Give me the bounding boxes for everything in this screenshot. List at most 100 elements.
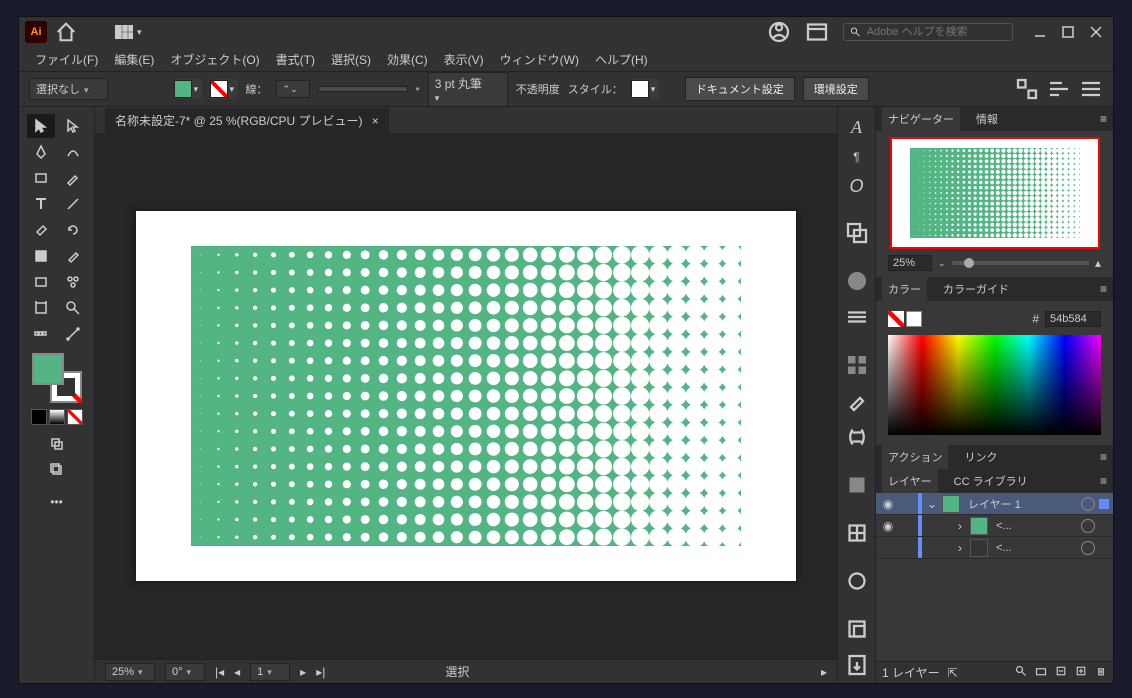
layer-name[interactable]: <... bbox=[992, 520, 1077, 532]
close-button[interactable] bbox=[1089, 25, 1103, 39]
disclosure-icon[interactable]: › bbox=[954, 541, 966, 555]
transform-panel-icon[interactable] bbox=[845, 521, 869, 545]
swatches-panel-icon[interactable] bbox=[845, 353, 869, 377]
navigator-preview[interactable] bbox=[890, 137, 1100, 249]
minimize-button[interactable] bbox=[1033, 25, 1047, 39]
panel-menu-icon[interactable]: ≡ bbox=[1100, 282, 1107, 296]
menu-effect[interactable]: 効果(C) bbox=[381, 49, 434, 70]
rotate-tool[interactable] bbox=[59, 218, 87, 242]
artboard-nav-last-icon[interactable]: ▸| bbox=[316, 665, 325, 679]
layer-row[interactable]: ◉ ⌄ レイヤー 1 bbox=[876, 493, 1113, 515]
menu-help[interactable]: ヘルプ(H) bbox=[589, 49, 654, 70]
align-icon[interactable] bbox=[1047, 77, 1071, 101]
curvature-tool[interactable] bbox=[59, 140, 87, 164]
menu-object[interactable]: オブジェクト(O) bbox=[164, 49, 265, 70]
tab-color[interactable]: カラー bbox=[882, 277, 927, 301]
document-tab[interactable]: 名称未設定-7* @ 25 %(RGB/CPU プレビュー) × bbox=[105, 108, 389, 133]
panel-menu-icon[interactable]: ≡ bbox=[1100, 450, 1107, 464]
edit-toolbar[interactable]: ••• bbox=[43, 490, 71, 514]
menu-view[interactable]: 表示(V) bbox=[438, 49, 490, 70]
stroke-panel-icon[interactable] bbox=[845, 305, 869, 329]
brush-definition[interactable]: 3 pt 丸筆 ▾ bbox=[428, 72, 508, 107]
target-icon[interactable] bbox=[1081, 541, 1095, 555]
target-icon[interactable] bbox=[1081, 497, 1095, 511]
type-tool[interactable] bbox=[27, 192, 55, 216]
help-search[interactable] bbox=[843, 23, 1013, 41]
draw-inside-mode[interactable] bbox=[67, 409, 83, 425]
draw-normal-mode[interactable] bbox=[31, 409, 47, 425]
layer-row[interactable]: ◉ › <... bbox=[876, 515, 1113, 537]
tab-cc-libraries[interactable]: CC ライブラリ bbox=[948, 469, 1034, 493]
appearance-panel-icon[interactable] bbox=[845, 269, 869, 293]
shape-builder-tool[interactable] bbox=[27, 244, 55, 268]
change-screen-mode[interactable] bbox=[43, 458, 71, 482]
document-setup-button[interactable]: ドキュメント設定 bbox=[685, 77, 795, 101]
snap-icon[interactable] bbox=[1015, 77, 1039, 101]
fill-color-control[interactable]: ▾ bbox=[174, 79, 202, 99]
tab-actions[interactable]: アクション bbox=[882, 445, 948, 469]
locate-icon[interactable] bbox=[1015, 665, 1027, 680]
menu-file[interactable]: ファイル(F) bbox=[29, 49, 104, 70]
disclosure-icon[interactable]: › bbox=[954, 519, 966, 533]
zoom-level[interactable]: 25% bbox=[105, 663, 155, 681]
stroke-weight-stepper[interactable]: ⌃⌄ bbox=[276, 80, 310, 98]
artboard-nav-first-icon[interactable]: |◂ bbox=[215, 665, 224, 679]
menu-select[interactable]: 選択(S) bbox=[325, 49, 377, 70]
tab-info[interactable]: 情報 bbox=[970, 107, 1004, 131]
menu-type[interactable]: 書式(T) bbox=[270, 49, 321, 70]
preferences-button[interactable]: 環境設定 bbox=[803, 77, 869, 101]
transparency-panel-icon[interactable] bbox=[845, 569, 869, 593]
help-search-input[interactable] bbox=[867, 26, 1006, 38]
screen-mode-icon[interactable] bbox=[43, 432, 71, 456]
target-icon[interactable] bbox=[1081, 519, 1095, 533]
variable-width-profile[interactable] bbox=[318, 86, 408, 92]
close-tab-icon[interactable]: × bbox=[372, 114, 379, 128]
artboard-number[interactable]: 1 bbox=[250, 663, 290, 681]
layer-name[interactable]: <... bbox=[992, 542, 1077, 554]
export-icon[interactable]: ⇱ bbox=[948, 666, 958, 680]
delete-layer-icon[interactable] bbox=[1095, 665, 1107, 680]
graphic-style-control[interactable]: ▾ bbox=[631, 79, 659, 99]
gradient-tool[interactable] bbox=[27, 270, 55, 294]
line-segment-tool[interactable] bbox=[59, 192, 87, 216]
zoom-out-icon[interactable]: ▴ bbox=[1095, 256, 1101, 270]
selection-indicator[interactable]: 選択なし bbox=[29, 78, 108, 100]
rotate-view[interactable]: 0° bbox=[165, 663, 205, 681]
measure-tool[interactable] bbox=[59, 322, 87, 346]
panel-menu-icon[interactable] bbox=[1079, 77, 1103, 101]
pen-tool[interactable] bbox=[27, 140, 55, 164]
visibility-toggle-icon[interactable]: ◉ bbox=[880, 519, 896, 533]
opacity-label[interactable]: 不透明度 bbox=[516, 81, 560, 97]
artboards-panel-icon[interactable] bbox=[845, 617, 869, 641]
collect-icon[interactable] bbox=[1035, 665, 1047, 680]
home-icon[interactable] bbox=[55, 21, 77, 43]
new-layer-icon[interactable] bbox=[1075, 665, 1087, 680]
glyphs-panel-icon[interactable]: O bbox=[845, 176, 869, 197]
tab-layers[interactable]: レイヤー bbox=[882, 469, 938, 493]
status-nav-icon[interactable]: ▸ bbox=[821, 665, 827, 679]
menu-edit[interactable]: 編集(E) bbox=[108, 49, 160, 70]
stroke-color-control[interactable]: ▾ bbox=[210, 79, 238, 99]
panel-menu-icon[interactable]: ≡ bbox=[1100, 474, 1107, 488]
arrange-docs-icon[interactable] bbox=[805, 20, 829, 44]
new-sublayer-icon[interactable] bbox=[1055, 665, 1067, 680]
artboard-nav-next-icon[interactable]: ▸ bbox=[300, 665, 306, 679]
navigator-zoom-slider[interactable] bbox=[952, 261, 1089, 265]
asset-export-panel-icon[interactable] bbox=[845, 653, 869, 677]
layer-row[interactable]: › <... bbox=[876, 537, 1113, 559]
navigator-zoom-input[interactable] bbox=[888, 255, 932, 271]
cloud-sync-icon[interactable] bbox=[767, 20, 791, 44]
eyedropper-tool[interactable] bbox=[59, 244, 87, 268]
hand-tool[interactable] bbox=[27, 322, 55, 346]
fill-stroke-indicator[interactable] bbox=[32, 353, 82, 403]
mini-fill-stroke[interactable] bbox=[888, 311, 922, 327]
eraser-tool[interactable] bbox=[27, 218, 55, 242]
symbol-sprayer-tool[interactable] bbox=[59, 270, 87, 294]
layer-name[interactable]: レイヤー 1 bbox=[964, 496, 1077, 512]
tab-links[interactable]: リンク bbox=[958, 445, 1003, 469]
menu-window[interactable]: ウィンドウ(W) bbox=[494, 49, 585, 70]
brushes-panel-icon[interactable] bbox=[845, 389, 869, 413]
pathfinder-panel-icon[interactable] bbox=[845, 221, 869, 245]
tab-navigator[interactable]: ナビゲーター bbox=[882, 107, 960, 131]
draw-behind-mode[interactable] bbox=[49, 409, 65, 425]
